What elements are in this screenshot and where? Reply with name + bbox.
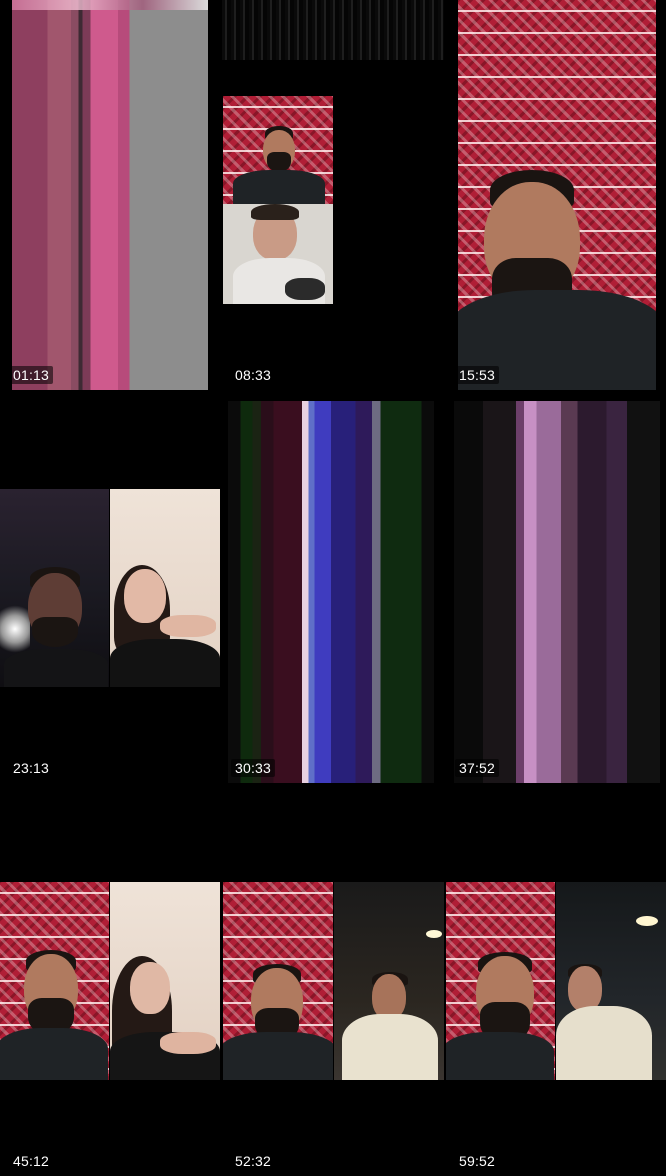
video-call-bottom-panel <box>223 204 333 304</box>
thumbnail-tile-2[interactable]: 08:33 <box>222 0 444 390</box>
video-call-right-panel <box>110 489 220 687</box>
timestamp-label: 59:52 <box>455 1152 500 1170</box>
video-call-left-panel <box>223 882 333 1080</box>
thumbnail-tile-5[interactable]: 30:33 <box>222 393 444 783</box>
thumbnail-tile-3[interactable]: 15:53 <box>446 0 666 390</box>
video-call-right-panel <box>556 882 666 1080</box>
video-call-left-panel <box>0 882 109 1080</box>
glitch-noise-strip <box>12 0 208 10</box>
glitch-noise-strip <box>222 0 444 60</box>
timestamp-label: 15:53 <box>455 366 500 384</box>
video-call-right-panel <box>110 882 220 1080</box>
rug-background <box>458 0 656 390</box>
video-call-right-panel <box>334 882 444 1080</box>
thumbnail-tile-7[interactable]: 45:12 <box>0 786 220 1176</box>
thumbnail-tile-4[interactable]: 23:13 <box>0 393 220 783</box>
video-call-left-panel <box>446 882 555 1080</box>
video-call-top-panel <box>223 96 333 204</box>
timestamp-label: 30:33 <box>231 759 276 777</box>
timestamp-label: 08:33 <box>231 366 276 384</box>
thumbnail-tile-9[interactable]: 59:52 <box>446 786 666 1176</box>
glitch-stripes-icon <box>12 0 208 390</box>
thumbnail-tile-8[interactable]: 52:32 <box>222 786 444 1176</box>
timestamp-label: 23:13 <box>9 759 54 777</box>
glitch-stripes-icon <box>228 401 434 783</box>
thumbnail-grid: 01:13 08:33 15:53 23:13 30:33 37:52 45:1… <box>0 0 666 1176</box>
video-call-left-panel <box>0 489 109 687</box>
timestamp-label: 52:32 <box>231 1152 276 1170</box>
thumbnail-tile-6[interactable]: 37:52 <box>446 393 666 783</box>
timestamp-label: 45:12 <box>9 1152 54 1170</box>
thumbnail-tile-1[interactable]: 01:13 <box>0 0 220 390</box>
timestamp-label: 01:13 <box>9 366 54 384</box>
timestamp-label: 37:52 <box>455 759 500 777</box>
glitch-stripes-icon <box>454 401 660 783</box>
